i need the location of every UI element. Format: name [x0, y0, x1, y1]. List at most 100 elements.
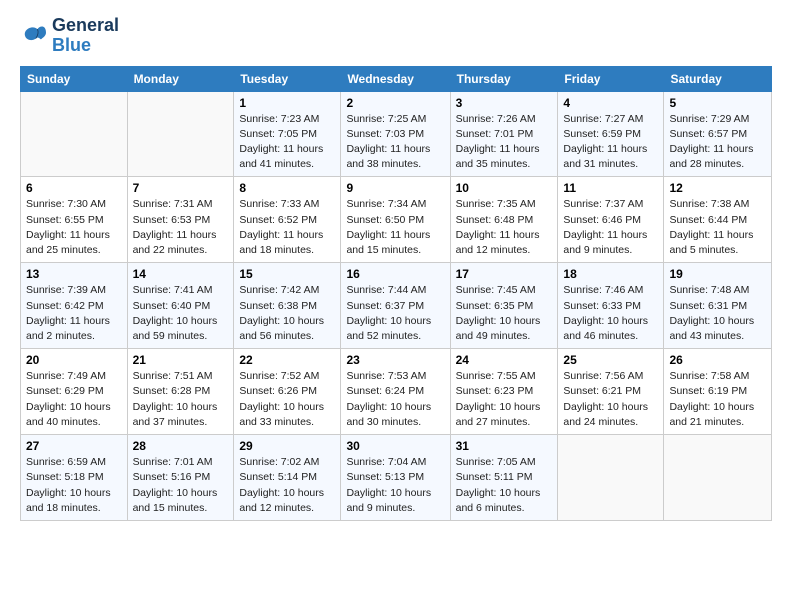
day-number: 14 — [133, 267, 229, 281]
weekday-header-cell: Friday — [558, 66, 664, 91]
sunrise-text: Sunrise: 7:02 AM — [239, 455, 335, 470]
day-info: Sunrise: 7:27 AMSunset: 6:59 PMDaylight:… — [563, 112, 658, 173]
logo-bird-icon — [20, 24, 48, 48]
day-info: Sunrise: 7:23 AMSunset: 7:05 PMDaylight:… — [239, 112, 335, 173]
day-info: Sunrise: 7:55 AMSunset: 6:23 PMDaylight:… — [456, 369, 553, 430]
day-number: 24 — [456, 353, 553, 367]
weekday-header-row: SundayMondayTuesdayWednesdayThursdayFrid… — [21, 66, 772, 91]
calendar-day-cell: 24 Sunrise: 7:55 AMSunset: 6:23 PMDayligh… — [450, 349, 558, 435]
header: General Blue — [20, 16, 772, 56]
daylight-text: Daylight: 11 hours and 28 minutes. — [669, 142, 766, 172]
sunrise-text: Sunrise: 7:56 AM — [563, 369, 658, 384]
sunset-text: Sunset: 6:19 PM — [669, 384, 766, 399]
day-info: Sunrise: 7:38 AMSunset: 6:44 PMDaylight:… — [669, 197, 766, 258]
day-info: Sunrise: 7:25 AMSunset: 7:03 PMDaylight:… — [346, 112, 444, 173]
day-number: 18 — [563, 267, 658, 281]
daylight-text: Daylight: 10 hours and 21 minutes. — [669, 400, 766, 430]
calendar-week-row: 6 Sunrise: 7:30 AMSunset: 6:55 PMDaylight… — [21, 177, 772, 263]
day-number: 29 — [239, 439, 335, 453]
sunrise-text: Sunrise: 7:53 AM — [346, 369, 444, 384]
sunrise-text: Sunrise: 7:46 AM — [563, 283, 658, 298]
calendar-day-cell: 12 Sunrise: 7:38 AMSunset: 6:44 PMDayligh… — [664, 177, 772, 263]
day-info: Sunrise: 7:31 AMSunset: 6:53 PMDaylight:… — [133, 197, 229, 258]
sunset-text: Sunset: 6:55 PM — [26, 213, 122, 228]
day-info: Sunrise: 7:26 AMSunset: 7:01 PMDaylight:… — [456, 112, 553, 173]
daylight-text: Daylight: 10 hours and 6 minutes. — [456, 486, 553, 516]
sunset-text: Sunset: 7:03 PM — [346, 127, 444, 142]
day-info: Sunrise: 6:59 AMSunset: 5:18 PMDaylight:… — [26, 455, 122, 516]
calendar-day-cell: 23Sunrise: 7:53 AMSunset: 6:24 PMDayligh… — [341, 349, 450, 435]
weekday-header-cell: Monday — [127, 66, 234, 91]
sunrise-text: Sunrise: 7:49 AM — [26, 369, 122, 384]
sunset-text: Sunset: 6:57 PM — [669, 127, 766, 142]
daylight-text: Daylight: 11 hours and 12 minutes. — [456, 228, 553, 258]
day-info: Sunrise: 7:53 AMSunset: 6:24 PMDaylight:… — [346, 369, 444, 430]
sunset-text: Sunset: 6:26 PM — [239, 384, 335, 399]
daylight-text: Daylight: 10 hours and 37 minutes. — [133, 400, 229, 430]
day-number: 6 — [26, 181, 122, 195]
day-info: Sunrise: 7:01 AMSunset: 5:16 PMDaylight:… — [133, 455, 229, 516]
day-number: 13 — [26, 267, 122, 281]
day-info: Sunrise: 7:48 AMSunset: 6:31 PMDaylight:… — [669, 283, 766, 344]
daylight-text: Daylight: 10 hours and 56 minutes. — [239, 314, 335, 344]
day-number: 15 — [239, 267, 335, 281]
day-info: Sunrise: 7:30 AMSunset: 6:55 PMDaylight:… — [26, 197, 122, 258]
day-info: Sunrise: 7:33 AMSunset: 6:52 PMDaylight:… — [239, 197, 335, 258]
daylight-text: Daylight: 10 hours and 12 minutes. — [239, 486, 335, 516]
day-number: 21 — [133, 353, 229, 367]
day-info: Sunrise: 7:35 AMSunset: 6:48 PMDaylight:… — [456, 197, 553, 258]
calendar-day-cell: 28Sunrise: 7:01 AMSunset: 5:16 PMDayligh… — [127, 435, 234, 521]
day-number: 27 — [26, 439, 122, 453]
sunrise-text: Sunrise: 7:37 AM — [563, 197, 658, 212]
daylight-text: Daylight: 10 hours and 40 minutes. — [26, 400, 122, 430]
daylight-text: Daylight: 11 hours and 31 minutes. — [563, 142, 658, 172]
sunrise-text: Sunrise: 7:39 AM — [26, 283, 122, 298]
sunrise-text: Sunrise: 7:41 AM — [133, 283, 229, 298]
weekday-header-cell: Thursday — [450, 66, 558, 91]
day-info: Sunrise: 7:41 AMSunset: 6:40 PMDaylight:… — [133, 283, 229, 344]
sunset-text: Sunset: 5:14 PM — [239, 470, 335, 485]
day-info: Sunrise: 7:49 AMSunset: 6:29 PMDaylight:… — [26, 369, 122, 430]
daylight-text: Daylight: 10 hours and 9 minutes. — [346, 486, 444, 516]
daylight-text: Daylight: 11 hours and 15 minutes. — [346, 228, 444, 258]
sunrise-text: Sunrise: 7:01 AM — [133, 455, 229, 470]
day-number: 22 — [239, 353, 335, 367]
daylight-text: Daylight: 10 hours and 30 minutes. — [346, 400, 444, 430]
daylight-text: Daylight: 10 hours and 18 minutes. — [26, 486, 122, 516]
daylight-text: Daylight: 10 hours and 43 minutes. — [669, 314, 766, 344]
daylight-text: Daylight: 11 hours and 18 minutes. — [239, 228, 335, 258]
day-number: 4 — [563, 96, 658, 110]
daylight-text: Daylight: 11 hours and 25 minutes. — [26, 228, 122, 258]
day-info: Sunrise: 7:51 AMSunset: 6:28 PMDaylight:… — [133, 369, 229, 430]
day-number: 3 — [456, 96, 553, 110]
calendar-day-cell: 5Sunrise: 7:29 AMSunset: 6:57 PMDaylight… — [664, 91, 772, 177]
sunset-text: Sunset: 7:05 PM — [239, 127, 335, 142]
calendar-week-row: 27 Sunrise: 6:59 AMSunset: 5:18 PMDayligh… — [21, 435, 772, 521]
daylight-text: Daylight: 11 hours and 9 minutes. — [563, 228, 658, 258]
calendar-day-cell: 2Sunrise: 7:25 AMSunset: 7:03 PMDaylight… — [341, 91, 450, 177]
sunset-text: Sunset: 6:31 PM — [669, 299, 766, 314]
sunset-text: Sunset: 6:52 PM — [239, 213, 335, 228]
day-number: 12 — [669, 181, 766, 195]
sunrise-text: Sunrise: 7:51 AM — [133, 369, 229, 384]
day-number: 9 — [346, 181, 444, 195]
calendar-day-cell: 7 Sunrise: 7:31 AMSunset: 6:53 PMDaylight… — [127, 177, 234, 263]
sunset-text: Sunset: 6:59 PM — [563, 127, 658, 142]
day-info: Sunrise: 7:05 AMSunset: 5:11 PMDaylight:… — [456, 455, 553, 516]
day-info: Sunrise: 7:45 AMSunset: 6:35 PMDaylight:… — [456, 283, 553, 344]
daylight-text: Daylight: 11 hours and 2 minutes. — [26, 314, 122, 344]
calendar-day-cell: 31Sunrise: 7:05 AMSunset: 5:11 PMDayligh… — [450, 435, 558, 521]
day-info: Sunrise: 7:02 AMSunset: 5:14 PMDaylight:… — [239, 455, 335, 516]
day-number: 11 — [563, 181, 658, 195]
day-number: 7 — [133, 181, 229, 195]
sunset-text: Sunset: 6:50 PM — [346, 213, 444, 228]
calendar-day-cell: 3 Sunrise: 7:26 AMSunset: 7:01 PMDaylight… — [450, 91, 558, 177]
daylight-text: Daylight: 10 hours and 52 minutes. — [346, 314, 444, 344]
daylight-text: Daylight: 11 hours and 35 minutes. — [456, 142, 553, 172]
calendar-day-cell: 10Sunrise: 7:35 AMSunset: 6:48 PMDayligh… — [450, 177, 558, 263]
daylight-text: Daylight: 10 hours and 46 minutes. — [563, 314, 658, 344]
day-number: 19 — [669, 267, 766, 281]
sunset-text: Sunset: 6:23 PM — [456, 384, 553, 399]
daylight-text: Daylight: 11 hours and 5 minutes. — [669, 228, 766, 258]
sunset-text: Sunset: 6:42 PM — [26, 299, 122, 314]
